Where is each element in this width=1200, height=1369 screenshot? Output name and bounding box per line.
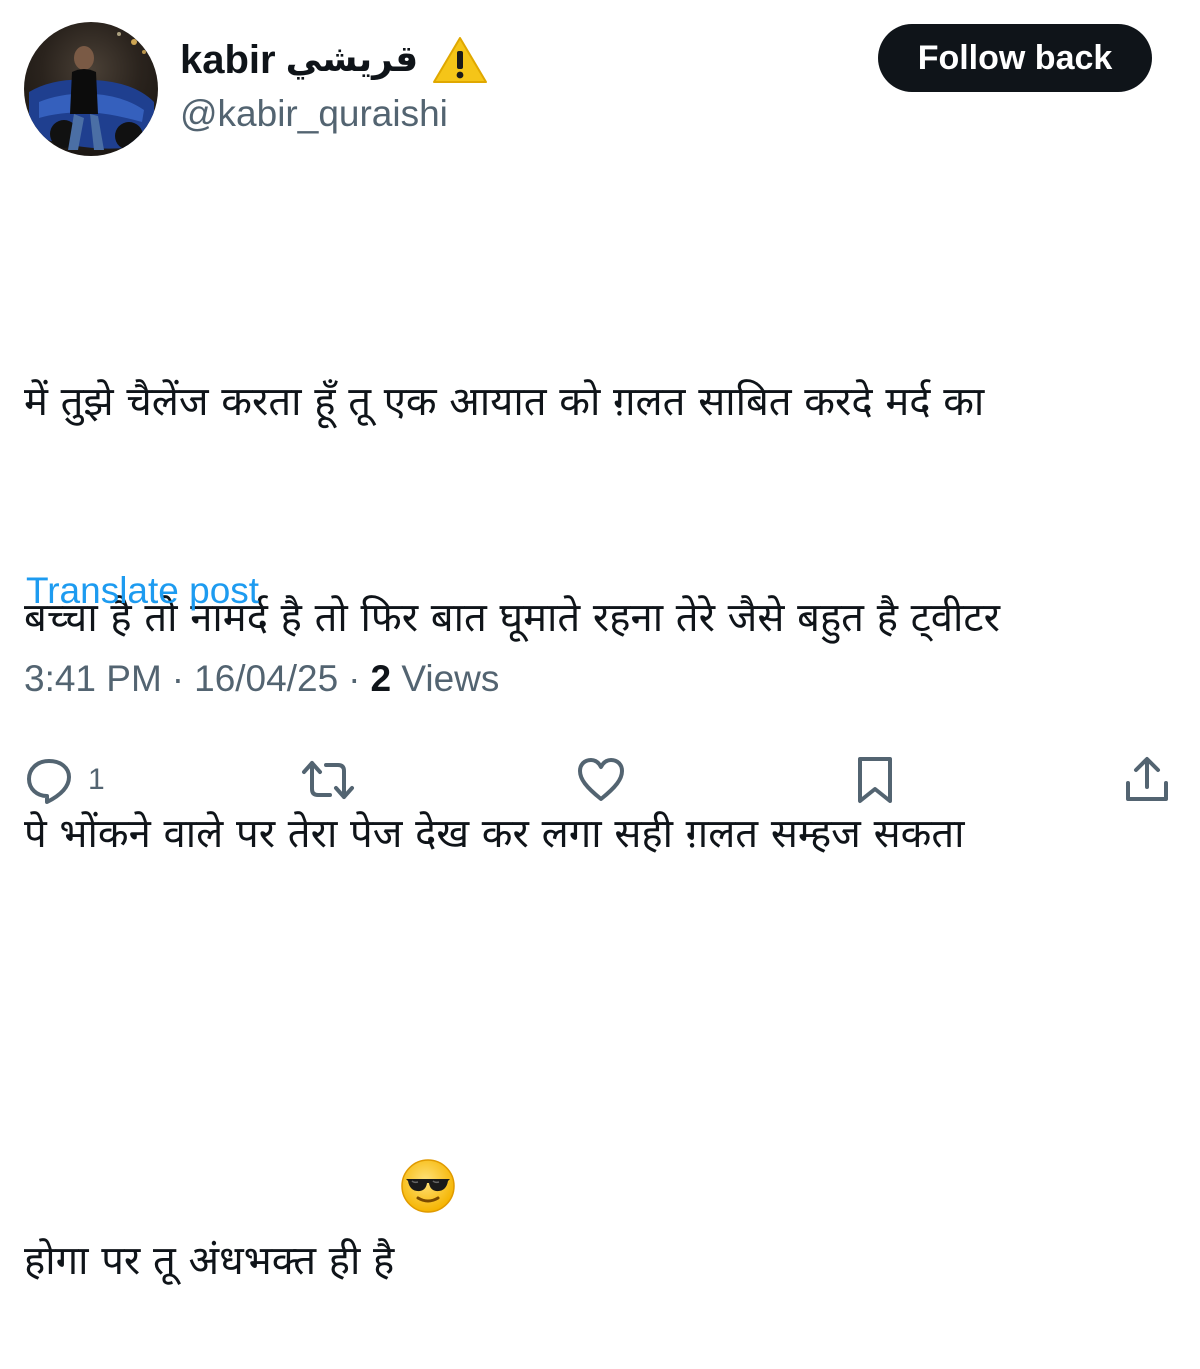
post-line: होगा पर तू अंधभक्त ही है [24,1238,395,1284]
avatar[interactable] [24,22,158,156]
reply-count: 1 [88,763,105,796]
post-actions: 1 [0,742,1200,816]
display-name[interactable]: kabir قريشي [180,34,488,86]
user-name-arabic: قريشي [285,39,419,80]
meta-separator: · [171,658,185,699]
heart-icon [578,758,624,801]
sunglasses-emoji-icon [400,1014,456,1213]
translate-post-link[interactable]: Translate post [26,570,259,612]
bookmark-button[interactable] [850,754,900,806]
warning-icon [432,35,488,85]
post-line-last: होगा पर तू अंधभक्त ही है [24,1014,1184,1297]
repost-icon [302,761,354,799]
share-icon [1126,757,1168,801]
reply-button[interactable]: 1 [24,754,105,806]
follow-back-button[interactable]: Follow back [878,24,1152,92]
repost-button[interactable] [300,754,356,806]
views-label: Views [401,658,500,699]
avatar-photo [29,32,154,150]
share-button[interactable] [1122,754,1172,806]
user-name: kabir [180,38,276,82]
like-button[interactable] [576,754,626,806]
bookmark-icon [858,757,892,803]
user-handle[interactable]: @kabir_quraishi [180,88,448,140]
post-meta: 3:41 PM · 16/04/25 · 2 Views [24,658,499,700]
post-line: में तुझे चैलेंज करता हूँ तू एक आयात को ग… [24,379,985,425]
meta-separator: · [348,658,361,699]
views[interactable]: 2 Views [370,658,499,700]
post-time[interactable]: 3:41 PM [24,658,162,700]
views-count: 2 [370,658,392,699]
post-date[interactable]: 16/04/25 [194,658,338,700]
reply-icon [27,759,71,804]
